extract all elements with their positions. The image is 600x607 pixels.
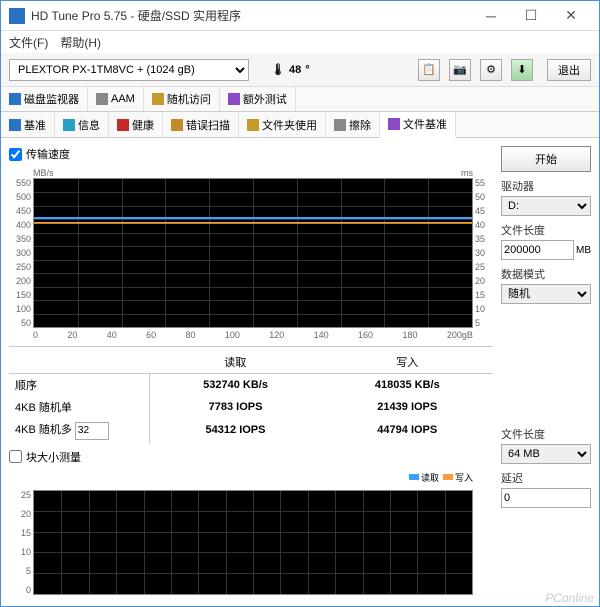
menu-file[interactable]: 文件(F) <box>9 34 48 51</box>
tab-icon <box>228 93 240 105</box>
mode-select[interactable]: 随机 <box>501 284 591 304</box>
transfer-chart <box>33 178 473 328</box>
exit-button[interactable]: 退出 <box>547 59 591 81</box>
menu-help[interactable]: 帮助(H) <box>60 34 101 51</box>
tab-icon <box>117 119 129 131</box>
tab-icon <box>152 93 164 105</box>
drive-select[interactable]: PLEXTOR PX-1TM8VC + (1024 gB) <box>9 59 249 81</box>
tab-基准[interactable]: 基准 <box>1 112 55 137</box>
tab-icon <box>63 119 75 131</box>
window-title: HD Tune Pro 5.75 - 硬盘/SSD 实用程序 <box>31 7 471 24</box>
tab-icon <box>96 93 108 105</box>
save-button[interactable]: ⬇ <box>511 59 533 81</box>
close-button[interactable]: ✕ <box>551 2 591 30</box>
filelen2-label: 文件长度 <box>501 426 591 442</box>
result-row: 4KB 随机多 54312 IOPS44794 IOPS <box>9 418 493 443</box>
blocksize-checkbox[interactable]: 块大小测量 <box>9 449 493 465</box>
tab-icon <box>388 118 400 130</box>
results-table: 读取写入 顺序532740 KB/s418035 KB/s4KB 随机单7783… <box>9 346 493 443</box>
tab-icon <box>171 119 183 131</box>
thermometer-icon: 🌡 <box>271 63 285 76</box>
tab-擦除[interactable]: 擦除 <box>326 112 380 137</box>
queue-depth-input[interactable] <box>75 422 109 440</box>
tab-icon <box>247 119 259 131</box>
tab-文件基准[interactable]: 文件基准 <box>380 112 456 138</box>
tab-icon <box>9 119 21 131</box>
blocksize-chart <box>33 490 473 595</box>
tab-icon <box>9 93 21 105</box>
drive-letter-select[interactable]: D: <box>501 196 591 216</box>
settings-button[interactable]: ⚙ <box>480 59 502 81</box>
delay-label: 延迟 <box>501 470 591 486</box>
tab-信息[interactable]: 信息 <box>55 112 109 137</box>
tab-错误扫描[interactable]: 错误扫描 <box>163 112 239 137</box>
maximize-button[interactable]: ☐ <box>511 2 551 30</box>
y-axis-right-label: ms <box>461 168 473 178</box>
screenshot-button[interactable]: 📷 <box>449 59 471 81</box>
tab-随机访问[interactable]: 随机访问 <box>144 87 220 111</box>
tab-AAM[interactable]: AAM <box>88 87 144 111</box>
y-axis-left-label: MB/s <box>33 168 54 178</box>
start-button[interactable]: 开始 <box>501 146 591 172</box>
filelen-label: 文件长度 <box>501 222 591 238</box>
filelen2-select[interactable]: 64 MB <box>501 444 591 464</box>
result-row: 顺序532740 KB/s418035 KB/s <box>9 374 493 397</box>
tab-icon <box>334 119 346 131</box>
result-row: 4KB 随机单7783 IOPS21439 IOPS <box>9 396 493 418</box>
drive-label: 驱动器 <box>501 178 591 194</box>
tab-健康[interactable]: 健康 <box>109 112 163 137</box>
mode-label: 数据模式 <box>501 266 591 282</box>
copy-button[interactable]: 📋 <box>418 59 440 81</box>
minimize-button[interactable]: ─ <box>471 2 511 30</box>
app-icon <box>9 8 25 24</box>
tab-额外测试[interactable]: 额外测试 <box>220 87 296 111</box>
temperature-display: 🌡 48° <box>271 63 310 76</box>
filelen-input[interactable] <box>501 240 574 260</box>
transfer-speed-checkbox[interactable]: 传输速度 <box>9 146 493 162</box>
tab-磁盘监视器[interactable]: 磁盘监视器 <box>1 87 88 111</box>
tab-文件夹使用[interactable]: 文件夹使用 <box>239 112 326 137</box>
delay-input[interactable] <box>501 488 591 508</box>
